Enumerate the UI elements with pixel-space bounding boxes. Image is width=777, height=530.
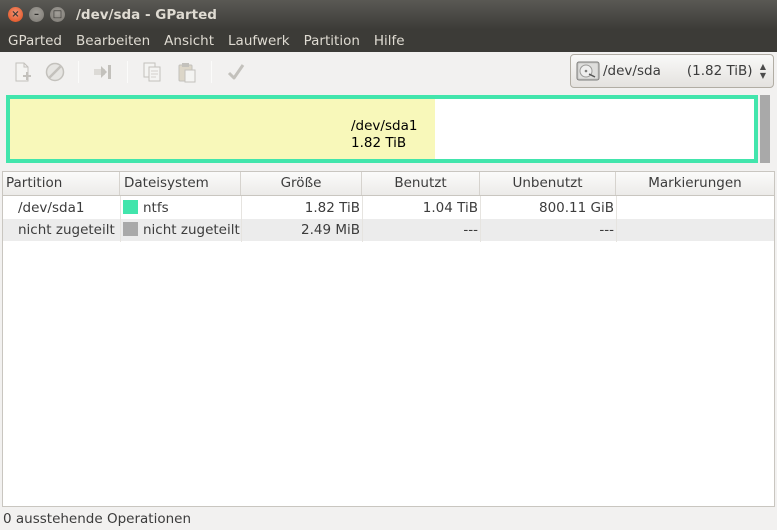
partition-block-unallocated[interactable] [760, 95, 770, 163]
partition-block-name: /dev/sda1 [351, 118, 418, 134]
column-header-filesystem[interactable]: Dateisystem [120, 172, 241, 195]
menu-bearbeiten[interactable]: Bearbeiten [69, 33, 157, 49]
column-divider [616, 196, 617, 242]
menu-gparted[interactable]: GParted [0, 33, 69, 49]
chevron-up-down-icon: ▲ ▼ [759, 62, 766, 80]
delete-partition-button[interactable] [42, 59, 68, 85]
cell-filesystem: nicht zugeteilt [123, 219, 240, 241]
cell-filesystem: ntfs [123, 197, 169, 219]
minimize-window-button[interactable]: – [29, 7, 44, 22]
resize-move-button[interactable] [90, 59, 116, 85]
paste-icon [178, 63, 196, 83]
column-divider [241, 196, 242, 242]
maximize-window-button[interactable]: □ [50, 7, 65, 22]
cell-size: 1.82 TiB [304, 200, 360, 216]
close-window-button[interactable]: × [8, 7, 23, 22]
harddisk-icon [576, 61, 600, 81]
filesystem-color-swatch [123, 222, 138, 236]
device-name: /dev/sda [603, 63, 661, 79]
column-header-partition[interactable]: Partition [3, 172, 120, 195]
partition-block-size: 1.82 TiB [351, 135, 407, 151]
filesystem-label: nicht zugeteilt [143, 222, 240, 238]
paste-button[interactable] [174, 59, 200, 85]
toolbar-separator [211, 61, 212, 83]
cell-partition: /dev/sda1 [18, 200, 85, 216]
cell-size: 2.49 MiB [300, 222, 360, 238]
menu-bar: GParted Bearbeiten Ansicht Laufwerk Part… [0, 30, 777, 52]
copy-button[interactable] [139, 59, 165, 85]
menu-hilfe[interactable]: Hilfe [367, 33, 412, 49]
cell-partition: nicht zugeteilt [18, 222, 115, 238]
toolbar-separator [127, 61, 128, 83]
column-divider [120, 196, 121, 242]
table-row[interactable]: /dev/sda1 ntfs 1.82 TiB 1.04 TiB 800.11 … [3, 197, 774, 219]
column-header-unused[interactable]: Unbenutzt [480, 172, 616, 195]
column-header-flags[interactable]: Markierungen [616, 172, 774, 195]
window-title: /dev/sda - GParted [76, 7, 217, 23]
partition-block-label: /dev/sda1 1.82 TiB [351, 118, 417, 152]
menu-partition[interactable]: Partition [297, 33, 367, 49]
cell-used: --- [463, 222, 478, 238]
status-bar: 0 ausstehende Operationen [0, 507, 777, 530]
cell-unused: 800.11 GiB [538, 200, 614, 216]
device-selector[interactable]: /dev/sda (1.82 TiB) ▲ ▼ [570, 54, 774, 88]
column-divider [362, 196, 363, 242]
column-divider [480, 196, 481, 242]
resize-move-icon [94, 65, 111, 79]
pending-operations-status: 0 ausstehende Operationen [3, 511, 192, 527]
delete-icon [45, 62, 65, 82]
cell-unused: --- [599, 222, 614, 238]
gparted-window: × – □ /dev/sda - GParted GParted Bearbei… [0, 0, 777, 530]
new-partition-button[interactable] [9, 59, 35, 85]
apply-icon [227, 64, 245, 80]
filesystem-label: ntfs [143, 200, 169, 216]
menu-ansicht[interactable]: Ansicht [157, 33, 221, 49]
partition-table: Partition Dateisystem Größe Benutzt Unbe… [2, 171, 775, 507]
disk-graphic: /dev/sda1 1.82 TiB [6, 95, 758, 163]
table-header: Partition Dateisystem Größe Benutzt Unbe… [3, 172, 774, 196]
toolbar-separator [78, 61, 79, 83]
table-row[interactable]: nicht zugeteilt nicht zugeteilt 2.49 MiB… [3, 219, 774, 241]
menu-laufwerk[interactable]: Laufwerk [221, 33, 297, 49]
column-header-used[interactable]: Benutzt [362, 172, 480, 195]
filesystem-color-swatch [123, 200, 138, 214]
device-size: (1.82 TiB) [686, 63, 753, 79]
apply-button[interactable] [223, 59, 249, 85]
new-partition-icon [15, 62, 31, 82]
partition-block-sda1[interactable]: /dev/sda1 1.82 TiB [6, 95, 758, 163]
title-bar[interactable]: × – □ /dev/sda - GParted [0, 0, 777, 30]
cell-used: 1.04 TiB [422, 200, 478, 216]
column-header-size[interactable]: Größe [241, 172, 362, 195]
copy-icon [143, 62, 161, 82]
